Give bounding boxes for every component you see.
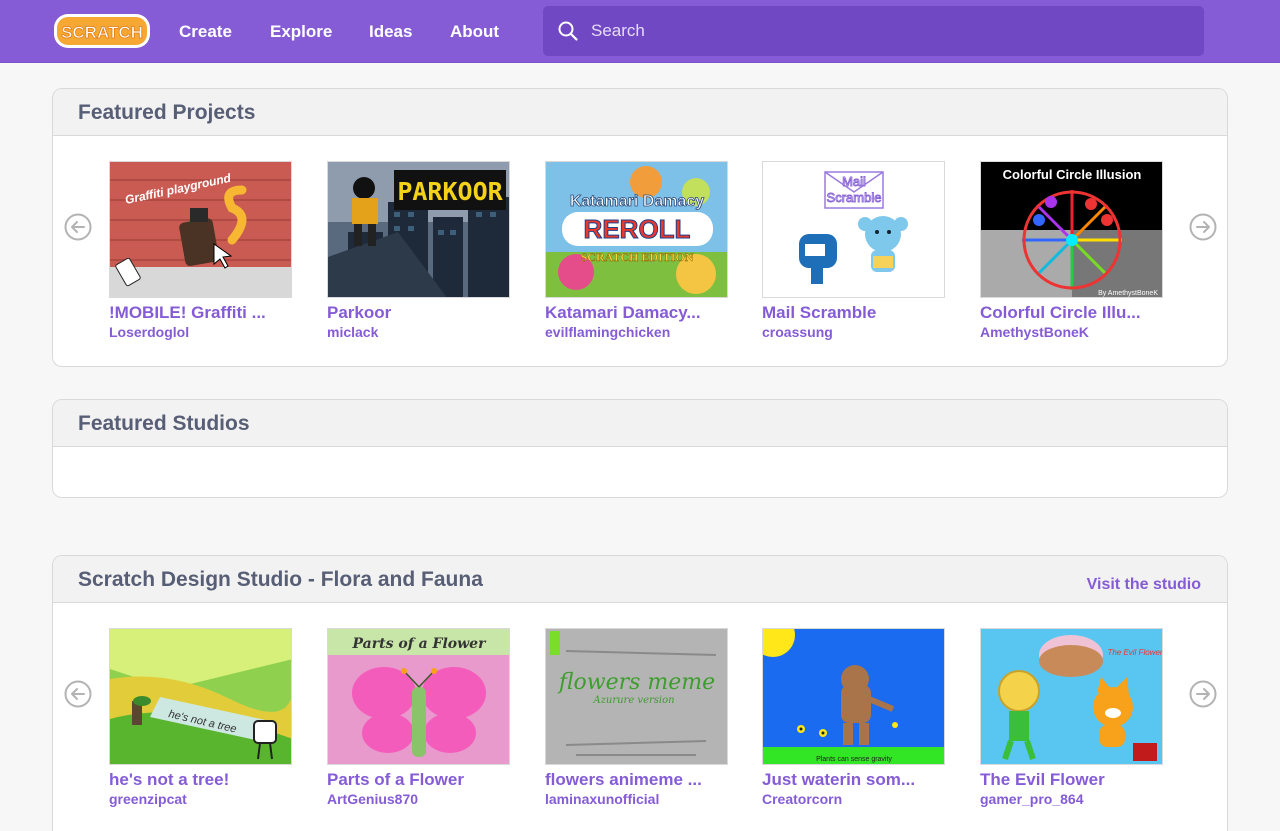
studio-project-card[interactable]: flowers meme Azurure version flowers ani… — [545, 628, 728, 808]
project-title[interactable]: Mail Scramble — [762, 303, 945, 323]
project-title[interactable]: he's not a tree! — [109, 770, 292, 790]
project-thumbnail[interactable]: flowers meme Azurure version — [545, 628, 728, 765]
svg-text:Katamari Damacy: Katamari Damacy — [570, 193, 704, 210]
project-card[interactable]: Mail Scramble Mail Scramble croassung — [762, 161, 945, 341]
project-title[interactable]: flowers animeme ... — [545, 770, 728, 790]
project-title[interactable]: Katamari Damacy... — [545, 303, 728, 323]
featured-projects-header: Featured Projects — [53, 89, 1227, 136]
featured-studios-title: Featured Studios — [78, 412, 250, 435]
svg-text:Scramble: Scramble — [827, 190, 882, 205]
svg-text:REROLL: REROLL — [584, 214, 691, 244]
project-thumbnail[interactable]: Katamari Damacy REROLL SCRATCH EDITION — [545, 161, 728, 298]
scratch-logo[interactable]: SCRATCH — [53, 12, 151, 50]
navbar: SCRATCH Create Explore Ideas About — [0, 0, 1280, 63]
project-card[interactable]: Graffiti playground !MOBILE! Graffiti ..… — [109, 161, 292, 341]
studio-project-card[interactable]: Parts of a Flower Parts of a Flower ArtG… — [327, 628, 510, 808]
svg-text:Colorful Circle Illusion: Colorful Circle Illusion — [1003, 167, 1142, 182]
project-card[interactable]: Katamari Damacy REROLL SCRATCH EDITION K… — [545, 161, 728, 341]
search-input[interactable] — [591, 19, 1151, 43]
project-thumbnail[interactable]: Parts of a Flower — [327, 628, 510, 765]
project-author[interactable]: greenzipcat — [109, 791, 292, 808]
project-author[interactable]: Creatorcorn — [762, 791, 945, 808]
svg-text:PARKOOR: PARKOOR — [397, 177, 503, 206]
project-title[interactable]: Colorful Circle Illu... — [980, 303, 1163, 323]
nav-ideas[interactable]: Ideas — [369, 21, 412, 42]
visit-studio-link[interactable]: Visit the studio — [1087, 575, 1201, 595]
design-studio-header: Scratch Design Studio - Flora and Fauna … — [53, 556, 1227, 603]
arrow-left-icon[interactable] — [64, 213, 92, 241]
project-author[interactable]: ArtGenius870 — [327, 791, 510, 808]
arrow-right-icon[interactable] — [1189, 680, 1217, 708]
studio-project-card[interactable]: he's not a tree he's not a tree! greenzi… — [109, 628, 292, 808]
svg-text:Plants can sense gravity: Plants can sense gravity — [816, 756, 892, 763]
project-author[interactable]: Loserdoglol — [109, 324, 292, 341]
svg-text:SCRATCH EDITION: SCRATCH EDITION — [581, 250, 694, 264]
project-author[interactable]: AmethystBoneK — [980, 324, 1163, 341]
project-thumbnail[interactable]: The Evil Flower — [980, 628, 1163, 765]
design-studio-title: Scratch Design Studio - Flora and Fauna — [78, 568, 483, 591]
search-icon — [558, 21, 578, 41]
project-author[interactable]: laminaxunofficial — [545, 791, 728, 808]
svg-text:flowers meme: flowers meme — [557, 670, 715, 695]
project-title[interactable]: Parts of a Flower — [327, 770, 510, 790]
project-thumbnail[interactable]: he's not a tree — [109, 628, 292, 765]
project-thumbnail[interactable]: Plants can sense gravity — [762, 628, 945, 765]
svg-text:By AmethystBoneK: By AmethystBoneK — [1098, 290, 1158, 297]
nav-create[interactable]: Create — [179, 21, 232, 42]
nav-about[interactable]: About — [450, 21, 499, 42]
featured-projects-title: Featured Projects — [78, 101, 256, 124]
project-thumbnail[interactable]: Graffiti playground — [109, 161, 292, 298]
search-bar[interactable] — [543, 6, 1204, 56]
arrow-left-icon[interactable] — [64, 680, 92, 708]
project-title[interactable]: Just waterin som... — [762, 770, 945, 790]
project-thumbnail[interactable]: Mail Scramble — [762, 161, 945, 298]
project-author[interactable]: evilflamingchicken — [545, 324, 728, 341]
logo-text: SCRATCH — [61, 23, 143, 42]
studio-project-card[interactable]: Plants can sense gravity Just waterin so… — [762, 628, 945, 808]
svg-text:Mail: Mail — [842, 174, 866, 189]
featured-studios-header: Featured Studios — [53, 400, 1227, 447]
svg-text:Azurure version: Azurure version — [592, 695, 674, 706]
project-title[interactable]: Parkoor — [327, 303, 510, 323]
project-title[interactable]: The Evil Flower — [980, 770, 1163, 790]
featured-studios-box: Featured Studios — [52, 399, 1228, 498]
project-author[interactable]: miclack — [327, 324, 510, 341]
featured-projects-box: Featured Projects Graffiti playground !M… — [52, 88, 1228, 367]
studio-project-card[interactable]: The Evil Flower The Evil Flower gamer_pr… — [980, 628, 1163, 808]
project-thumbnail[interactable]: PARKOOR — [327, 161, 510, 298]
project-thumbnail[interactable]: Colorful Circle Illusion By AmethystBone… — [980, 161, 1163, 298]
arrow-right-icon[interactable] — [1189, 213, 1217, 241]
svg-text:The Evil Flower: The Evil Flower — [1107, 648, 1162, 657]
design-studio-box: Scratch Design Studio - Flora and Fauna … — [52, 555, 1228, 831]
project-card[interactable]: Colorful Circle Illusion By AmethystBone… — [980, 161, 1163, 341]
project-author[interactable]: croassung — [762, 324, 945, 341]
svg-text:Parts of a Flower: Parts of a Flower — [352, 636, 488, 652]
project-card[interactable]: PARKOOR Parkoor miclack — [327, 161, 510, 341]
project-author[interactable]: gamer_pro_864 — [980, 791, 1163, 808]
project-title[interactable]: !MOBILE! Graffiti ... — [109, 303, 292, 323]
nav-explore[interactable]: Explore — [270, 21, 332, 42]
